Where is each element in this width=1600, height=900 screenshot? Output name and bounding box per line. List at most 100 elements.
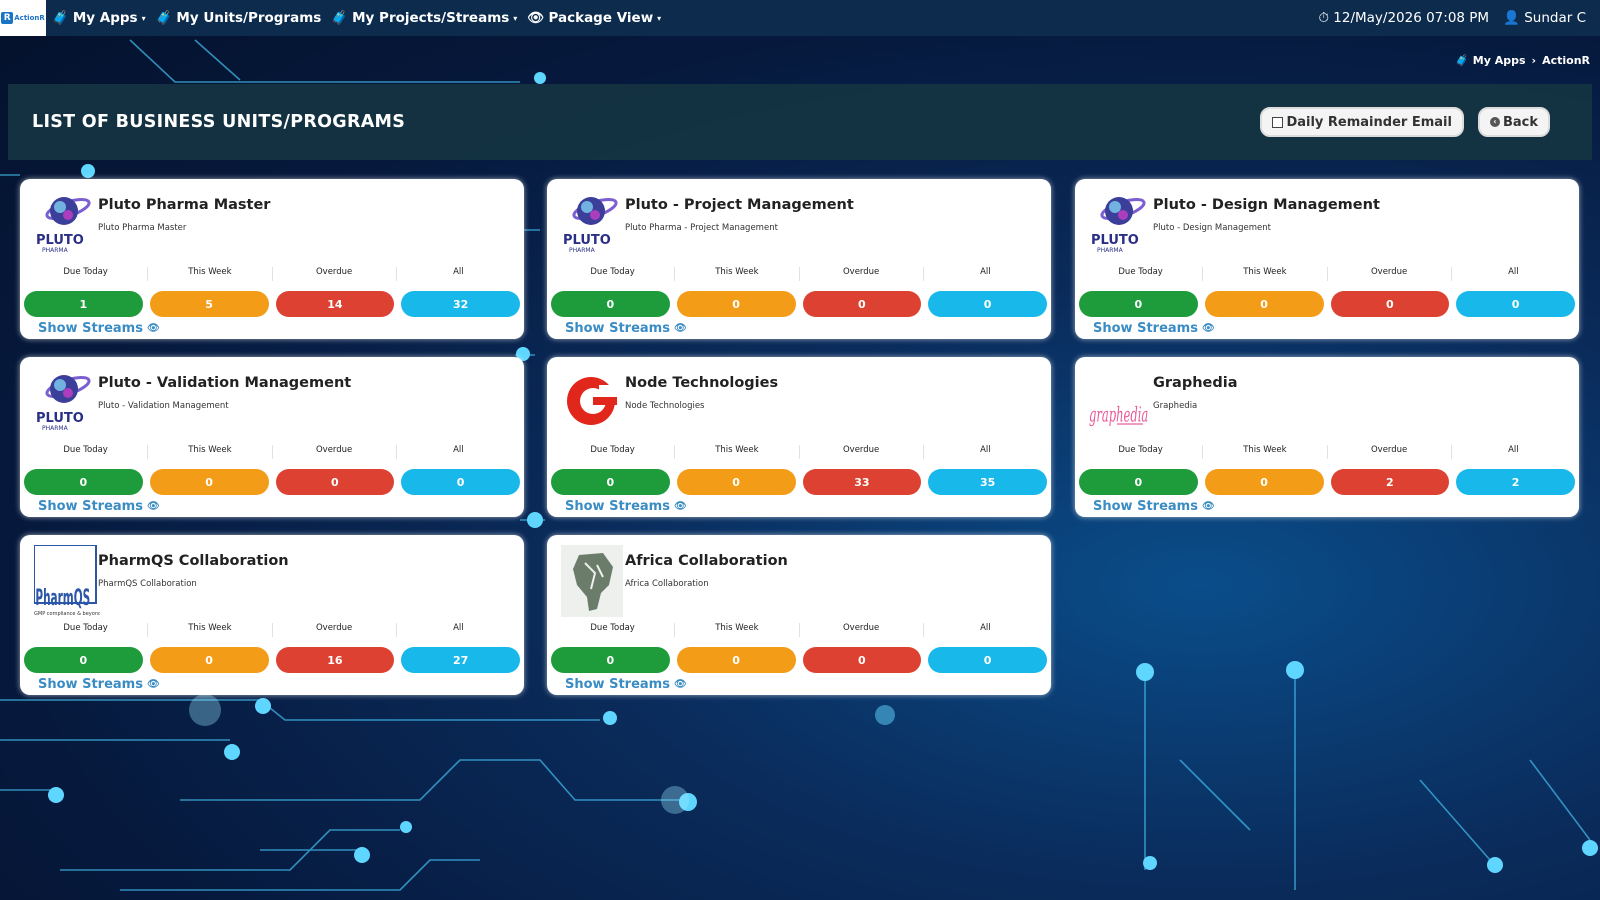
stat-column: All (924, 623, 1047, 637)
logo-letter: R (1, 12, 14, 24)
count-pill[interactable]: 0 (928, 291, 1047, 317)
stat-label: This Week (1243, 267, 1287, 277)
breadcrumb-home[interactable]: 🧳 My Apps (1455, 54, 1525, 67)
unit-subtitle: Node Technologies (625, 401, 705, 411)
unit-logo: PLUTO PHARMA (34, 189, 100, 255)
stat-label: Due Today (590, 445, 635, 455)
count-pill[interactable]: 0 (24, 469, 143, 495)
count-pill[interactable]: 0 (802, 647, 922, 673)
count-pill[interactable]: 0 (1079, 291, 1198, 317)
back-button[interactable]: ‹ Back (1477, 107, 1550, 137)
stat-counts: 0 0 16 27 (24, 647, 520, 673)
stat-counts: 0000 (1079, 291, 1575, 317)
unit-name[interactable]: Africa Collaboration (625, 553, 788, 569)
stat-labels: Due Today This Week Overdue All (551, 267, 1047, 281)
count-pill[interactable]: 0 (802, 291, 922, 317)
unit-name[interactable]: Pluto - Validation Management (98, 375, 351, 391)
count-pill[interactable]: 0 (676, 647, 796, 673)
show-streams-link[interactable]: Show Streams 👁 (565, 321, 687, 336)
unit-card[interactable]: PLUTO PHARMA Pluto - Design Management Plut… (1075, 179, 1579, 339)
stat-label: This Week (188, 445, 232, 455)
app-logo[interactable]: R ActionR (0, 0, 46, 36)
stat-column: This Week (148, 267, 273, 281)
unit-card[interactable]: PLUTO PHARMA Pluto Pharma Master Pluto Phar… (20, 179, 524, 339)
datetime: ⏱ 12/May/2026 07:08 PM (1318, 10, 1489, 26)
stat-label: This Week (715, 267, 759, 277)
stat-label: Due Today (590, 623, 635, 633)
show-streams-link[interactable]: Show Streams 👁 (565, 499, 687, 514)
count-pill[interactable]: 0 (1079, 469, 1198, 495)
unit-logo: PLUTO PHARMA (34, 367, 100, 433)
stat-label: Due Today (63, 267, 108, 277)
unit-card[interactable]: PLUTO PHARMA Pluto - Project Management Plu… (547, 179, 1051, 339)
unit-card[interactable]: PLUTO PHARMA Pluto - Validation Management… (20, 357, 524, 517)
count-pill[interactable]: 0 (149, 647, 269, 673)
count-pill[interactable]: 0 (928, 647, 1047, 673)
pluto-logo-sub: PHARMA (42, 247, 69, 254)
count-pill[interactable]: 32 (401, 291, 520, 317)
count-pill[interactable]: 0 (401, 469, 520, 495)
count-pill[interactable]: 0 (24, 647, 143, 673)
nav-my-apps[interactable]: 🧳 My Apps ▾ (52, 10, 146, 26)
count-pill[interactable]: 0 (149, 469, 269, 495)
show-streams-label: Show Streams (38, 321, 143, 336)
stat-column: Due Today (551, 623, 676, 637)
count-pill[interactable]: 0 (676, 469, 796, 495)
count-pill[interactable]: 5 (149, 291, 269, 317)
count-pill[interactable]: 33 (802, 469, 922, 495)
count-pill[interactable]: 14 (275, 291, 395, 317)
count-pill[interactable]: 0 (551, 647, 670, 673)
count-pill[interactable]: 0 (551, 291, 670, 317)
count-pill[interactable]: 0 (1330, 291, 1450, 317)
show-streams-link[interactable]: Show Streams 👁 (38, 499, 160, 514)
nav-my-units[interactable]: 🧳 My Units/Programs (156, 10, 322, 26)
briefcase-icon: 🧳 (1455, 54, 1469, 67)
stat-label: All (453, 445, 464, 455)
logo-text: ActionR (14, 14, 45, 22)
breadcrumb: 🧳 My Apps › ActionR (1455, 54, 1590, 67)
count-pill[interactable]: 0 (1204, 291, 1324, 317)
count-pill[interactable]: 2 (1330, 469, 1450, 495)
daily-reminder-button[interactable]: Daily Remainder Email (1260, 107, 1464, 137)
chevron-down-icon: ▾ (657, 13, 662, 23)
count-pill[interactable]: 1 (24, 291, 143, 317)
count-pill[interactable]: 0 (676, 291, 796, 317)
count-pill[interactable]: 2 (1456, 469, 1575, 495)
unit-name[interactable]: PharmQS Collaboration (98, 553, 289, 569)
unit-card[interactable]: graphedia Graphedia Graphedia Due Today This… (1075, 357, 1579, 517)
reminder-checkbox[interactable] (1272, 116, 1284, 128)
unit-name[interactable]: Pluto Pharma Master (98, 197, 270, 213)
user-menu[interactable]: 👤 Sundar C (1503, 10, 1586, 26)
nav-my-projects[interactable]: 🧳 My Projects/Streams ▾ (331, 10, 517, 26)
show-streams-link[interactable]: Show Streams 👁 (38, 321, 160, 336)
stat-label: All (453, 267, 464, 277)
unit-name[interactable]: Node Technologies (625, 375, 778, 391)
count-pill[interactable]: 35 (928, 469, 1047, 495)
stat-label: Due Today (63, 623, 108, 633)
unit-name[interactable]: Pluto - Design Management (1153, 197, 1380, 213)
count-pill[interactable]: 0 (1456, 291, 1575, 317)
unit-card[interactable]: PharmQS GMP compliance & beyond PharmQS Co… (20, 535, 524, 695)
show-streams-link[interactable]: Show Streams 👁 (1093, 499, 1215, 514)
stat-column: Overdue (273, 267, 397, 281)
show-streams-label: Show Streams (565, 677, 670, 692)
count-pill[interactable]: 0 (1204, 469, 1324, 495)
stat-label: This Week (715, 623, 759, 633)
unit-name[interactable]: Graphedia (1153, 375, 1238, 391)
nav-package-view[interactable]: 👁 Package View ▾ (527, 10, 661, 26)
unit-name[interactable]: Pluto - Project Management (625, 197, 854, 213)
eye-slash-icon: 👁 (146, 501, 160, 512)
count-pill[interactable]: 16 (275, 647, 395, 673)
stat-column: This Week (675, 445, 800, 459)
show-streams-link[interactable]: Show Streams 👁 (565, 677, 687, 692)
stat-labels: Due Today This Week Overdue All (1079, 445, 1575, 459)
count-pill[interactable]: 0 (275, 469, 395, 495)
unit-card[interactable]: Africa Collaboration Africa Collaboration… (547, 535, 1051, 695)
stat-column: All (397, 267, 520, 281)
count-pill[interactable]: 0 (551, 469, 670, 495)
show-streams-link[interactable]: Show Streams 👁 (38, 677, 160, 692)
show-streams-link[interactable]: Show Streams 👁 (1093, 321, 1215, 336)
eye-slash-icon: 👁 (146, 679, 160, 690)
count-pill[interactable]: 27 (401, 647, 520, 673)
unit-card[interactable]: Node Technologies Node Technologies Due To… (547, 357, 1051, 517)
